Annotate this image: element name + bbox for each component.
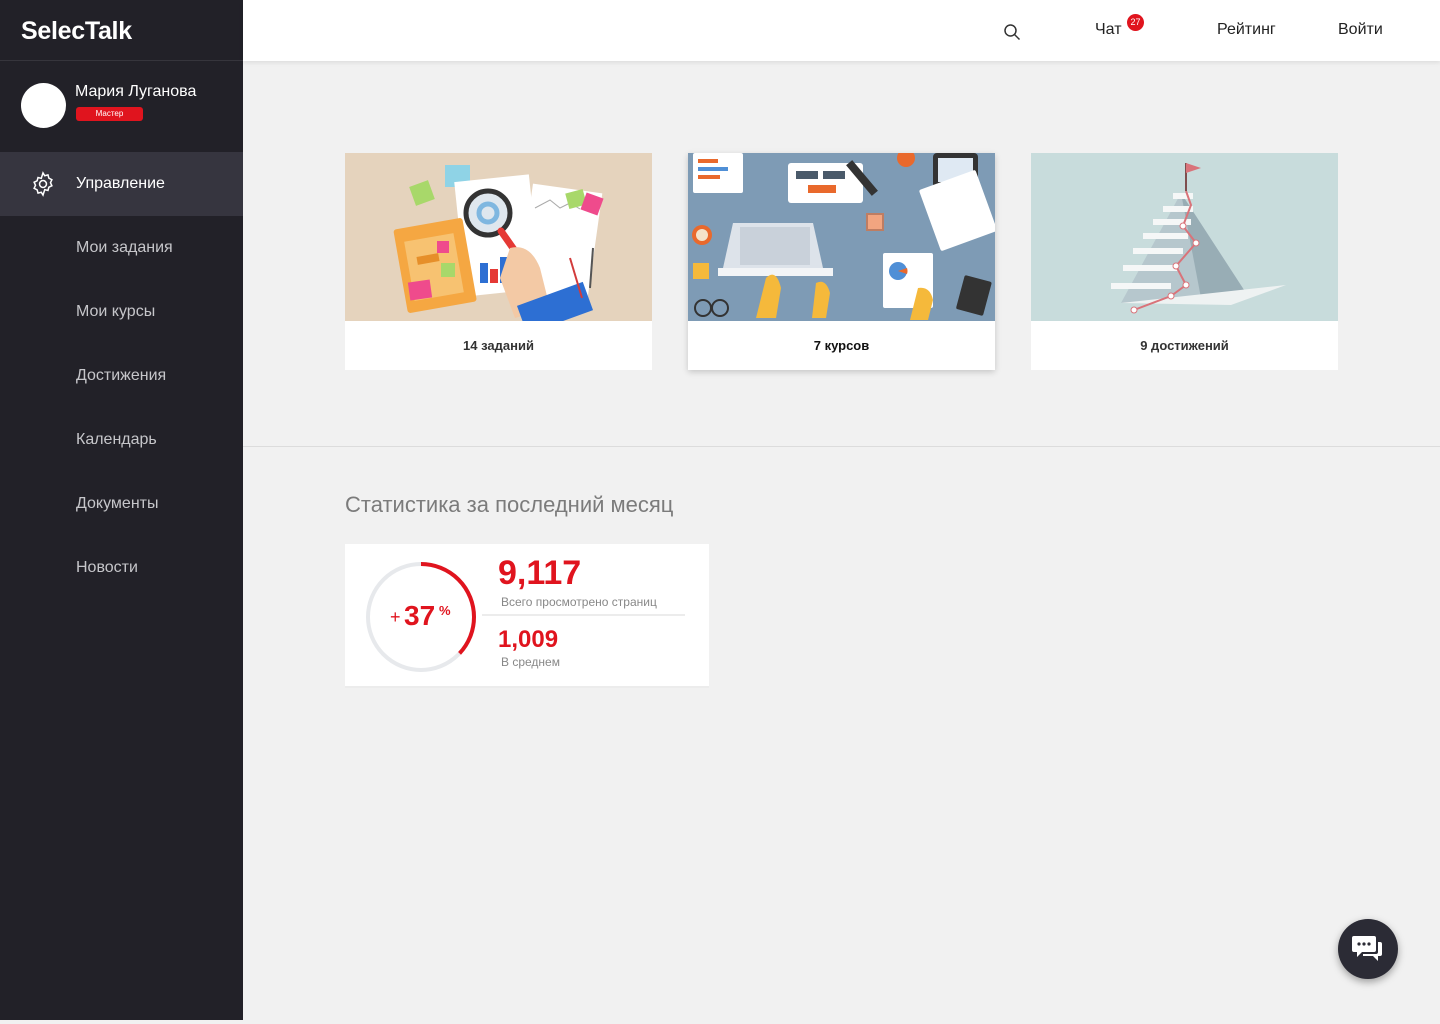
- achievements-count: 9 достижений: [1140, 338, 1229, 353]
- courses-count: 7 курсов: [813, 338, 870, 353]
- chat-link[interactable]: Чат: [1095, 21, 1122, 39]
- sidebar-item-management[interactable]: Управление: [0, 152, 243, 216]
- chat-fab-button[interactable]: [1338, 919, 1398, 979]
- tasks-card[interactable]: 14 заданий: [345, 153, 652, 370]
- growth-value: 37: [404, 600, 436, 631]
- courses-illustration: [688, 153, 995, 321]
- sidebar: SelecTalk Мария Луганова Мастер Управлен…: [0, 0, 243, 1020]
- sidebar-item-achievements[interactable]: Достижения: [0, 344, 243, 408]
- total-pages-value: 9,117: [498, 554, 582, 592]
- courses-card[interactable]: 7 курсов: [688, 153, 995, 370]
- gear-icon: [33, 171, 53, 197]
- tasks-count: 14 заданий: [463, 338, 534, 353]
- app-logo[interactable]: SelecTalk: [0, 0, 243, 61]
- sidebar-item-label: Документы: [76, 495, 159, 512]
- stats-card: + 37 % 9,117 Всего просмотрено страниц 1…: [345, 544, 709, 688]
- sidebar-item-label: Достижения: [76, 367, 167, 384]
- sidebar-item-calendar[interactable]: Календарь: [0, 408, 243, 472]
- sidebar-item-label: Мои задания: [76, 239, 173, 256]
- sidebar-item-my-tasks[interactable]: Мои задания: [0, 216, 243, 280]
- growth-plus: +: [390, 607, 401, 627]
- average-label: В среднем: [501, 655, 560, 669]
- achievements-illustration: [1031, 153, 1338, 321]
- chat-bubbles-icon: [1352, 936, 1382, 961]
- avatar[interactable]: [21, 83, 66, 128]
- rating-link[interactable]: Рейтинг: [1217, 21, 1276, 39]
- achievements-card[interactable]: 9 достижений: [1031, 153, 1338, 370]
- stats-separator: [482, 614, 685, 616]
- growth-percent-sign: %: [439, 603, 451, 618]
- chat-count-badge: 27: [1127, 14, 1144, 31]
- sidebar-item-label: Новости: [76, 559, 138, 576]
- tasks-illustration: [345, 153, 652, 321]
- sidebar-item-label: Календарь: [76, 431, 157, 448]
- average-value: 1,009: [498, 626, 559, 653]
- sidebar-item-label: Мои курсы: [76, 303, 156, 320]
- section-divider: [243, 446, 1440, 447]
- sidebar-item-my-courses[interactable]: Мои курсы: [0, 280, 243, 344]
- top-header: Чат 27 Рейтинг Войти: [243, 0, 1440, 61]
- sidebar-item-documents[interactable]: Документы: [0, 472, 243, 536]
- login-link[interactable]: Войти: [1338, 21, 1383, 39]
- search-icon[interactable]: [1003, 23, 1021, 41]
- total-pages-label: Всего просмотрено страниц: [501, 595, 657, 609]
- sidebar-nav: Управление Мои задания Мои курсы Достиже…: [0, 152, 243, 600]
- user-profile: Мария Луганова Мастер: [0, 61, 243, 152]
- sidebar-item-news[interactable]: Новости: [0, 536, 243, 600]
- user-name: Мария Луганова: [75, 83, 197, 100]
- role-badge: Мастер: [76, 107, 143, 121]
- stats-title: Статистика за последний месяц: [345, 492, 674, 517]
- sidebar-item-label: Управление: [76, 175, 165, 192]
